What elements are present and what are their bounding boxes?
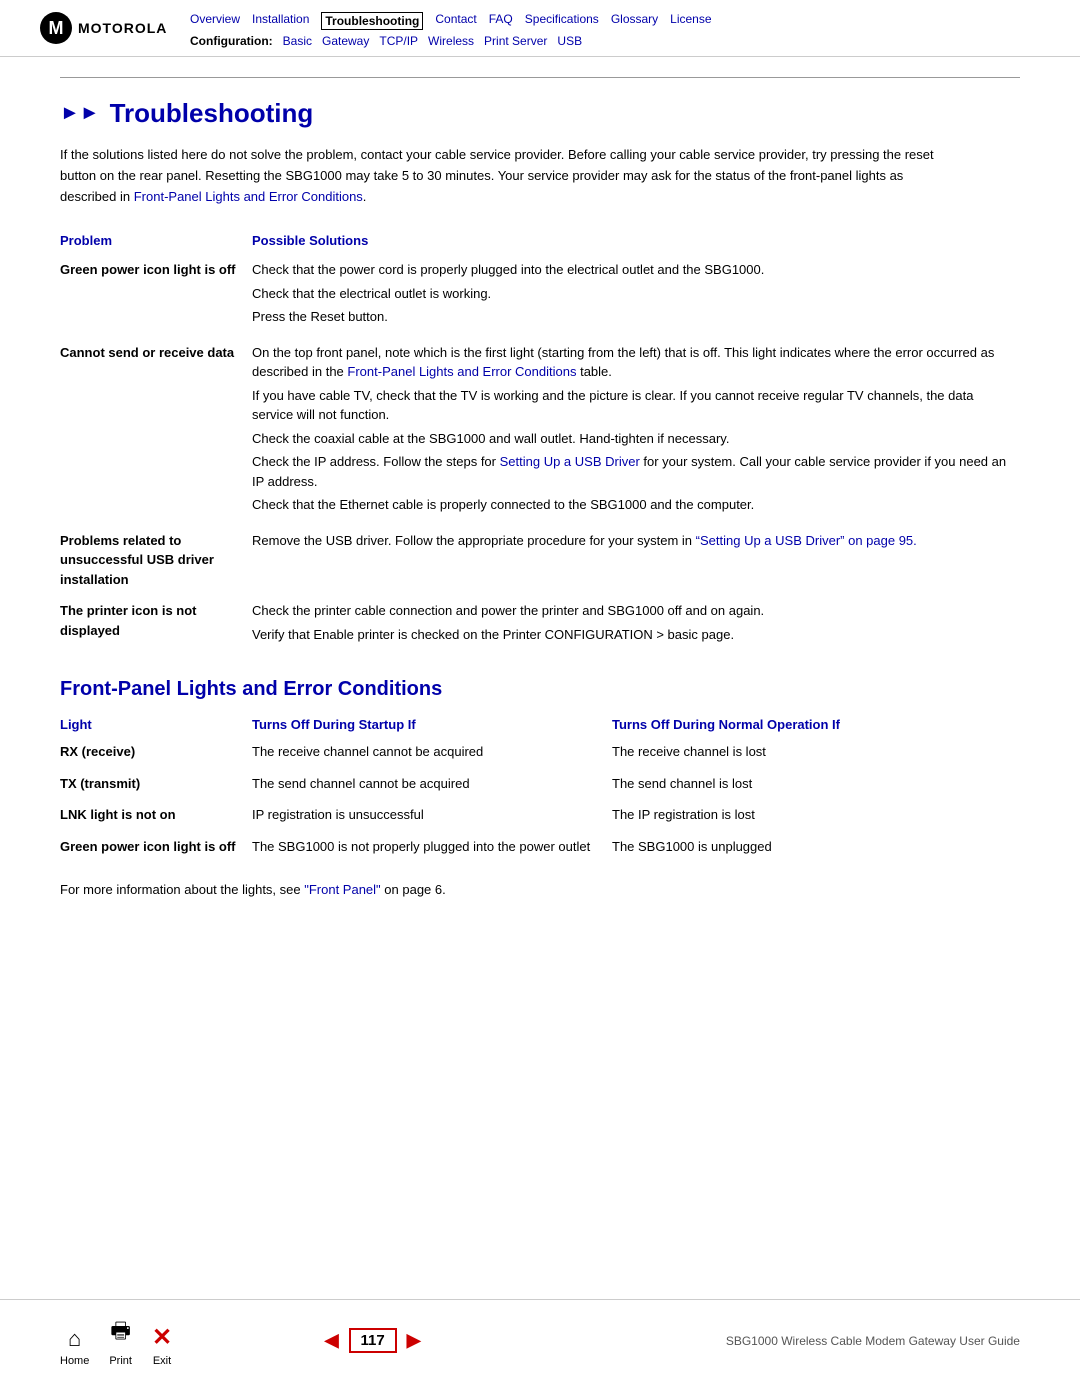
- main-content: ►► Troubleshooting If the solutions list…: [0, 57, 1080, 977]
- solution-para: Check the IP address. Follow the steps f…: [252, 452, 1010, 491]
- guide-title: SBG1000 Wireless Cable Modem Gateway Use…: [726, 1334, 1020, 1348]
- intro-link[interactable]: Front-Panel Lights and Error Conditions: [134, 189, 363, 204]
- nav-specifications[interactable]: Specifications: [525, 12, 599, 30]
- print-icon: 🖶: [110, 1314, 131, 1352]
- nav-overview[interactable]: Overview: [190, 12, 240, 30]
- light-cell: TX (transmit): [60, 768, 252, 800]
- normal-cell: The receive channel is lost: [612, 736, 1020, 768]
- front-panel-link[interactable]: "Front Panel": [304, 882, 380, 897]
- normal-cell: The IP registration is lost: [612, 799, 1020, 831]
- nav-usb[interactable]: USB: [557, 34, 582, 48]
- startup-col-header: Turns Off During Startup If: [252, 713, 612, 736]
- print-label: Print: [109, 1355, 132, 1367]
- prev-page-button[interactable]: ◀: [325, 1330, 339, 1351]
- startup-cell: The send channel cannot be acquired: [252, 768, 612, 800]
- nav-installation[interactable]: Installation: [252, 12, 309, 30]
- nav-troubleshooting[interactable]: Troubleshooting: [321, 12, 423, 30]
- nav-wireless[interactable]: Wireless: [428, 34, 474, 48]
- exit-icon: ✕: [152, 1323, 172, 1352]
- problem-cell: Problems related to unsuccessful USB dri…: [60, 525, 252, 596]
- solution-cell: Check the printer cable connection and p…: [252, 595, 1020, 654]
- problem-cell: Cannot send or receive data: [60, 337, 252, 525]
- nav-bottom: Configuration: Basic Gateway TCP/IP Wire…: [190, 34, 1040, 48]
- page-title-area: ►► Troubleshooting: [60, 98, 1020, 129]
- problem-table: Problem Possible Solutions Green power i…: [60, 227, 1020, 654]
- startup-cell: IP registration is unsuccessful: [252, 799, 612, 831]
- light-cell: RX (receive): [60, 736, 252, 768]
- light-cell: LNK light is not on: [60, 799, 252, 831]
- solution-para: Check that the electrical outlet is work…: [252, 284, 1010, 304]
- nav-top: Overview Installation Troubleshooting Co…: [190, 12, 1040, 30]
- nav-tcpip[interactable]: TCP/IP: [379, 34, 418, 48]
- front-panel-error-link[interactable]: Front-Panel Lights and Error Conditions: [347, 364, 576, 379]
- home-button[interactable]: ⌂ Home: [60, 1326, 89, 1367]
- print-button[interactable]: 🖶 Print: [109, 1314, 132, 1367]
- home-icon: ⌂: [68, 1326, 81, 1352]
- bottom-nav: ⌂ Home 🖶 Print ✕ Exit ◀ 117 ▶ SBG1000 Wi…: [0, 1299, 1080, 1367]
- startup-cell: The SBG1000 is not properly plugged into…: [252, 831, 612, 863]
- nav-gateway[interactable]: Gateway: [322, 34, 369, 48]
- problem-label: Problems related to unsuccessful USB dri…: [60, 533, 214, 587]
- page-number: 117: [349, 1328, 397, 1353]
- header: M MOTOROLA Overview Installation Trouble…: [0, 0, 1080, 57]
- nav-license[interactable]: License: [670, 12, 711, 30]
- problem-col-header: Problem: [60, 227, 252, 254]
- normal-col-header: Turns Off During Normal Operation If: [612, 713, 1020, 736]
- solution-para: Remove the USB driver. Follow the approp…: [252, 531, 1010, 551]
- exit-button[interactable]: ✕ Exit: [152, 1323, 172, 1367]
- normal-cell: The send channel is lost: [612, 768, 1020, 800]
- logo-area: M MOTOROLA: [40, 12, 170, 44]
- nav-area: Overview Installation Troubleshooting Co…: [190, 12, 1040, 48]
- intro-end: .: [363, 189, 367, 204]
- problem-label: The printer icon is not displayed: [60, 603, 197, 638]
- bottom-icons: ⌂ Home 🖶 Print ✕ Exit: [60, 1314, 172, 1367]
- solution-para: Check the printer cable connection and p…: [252, 601, 1010, 621]
- solution-para: If you have cable TV, check that the TV …: [252, 386, 1010, 425]
- header-divider: [60, 77, 1020, 78]
- light-table: Light Turns Off During Startup If Turns …: [60, 713, 1020, 862]
- solution-cell: Remove the USB driver. Follow the approp…: [252, 525, 1020, 596]
- solution-para: Press the Reset button.: [252, 307, 1010, 327]
- solution-col-header: Possible Solutions: [252, 227, 1020, 254]
- usb-driver-link[interactable]: Setting Up a USB Driver: [500, 454, 640, 469]
- motorola-logo-icon: M: [40, 12, 72, 44]
- light-col-header: Light: [60, 713, 252, 736]
- next-page-button[interactable]: ▶: [407, 1330, 421, 1351]
- solution-para: Verify that Enable printer is checked on…: [252, 625, 1010, 645]
- solution-cell: On the top front panel, note which is th…: [252, 337, 1020, 525]
- page-nav: ◀ 117 ▶: [325, 1328, 421, 1353]
- solution-para: On the top front panel, note which is th…: [252, 343, 1010, 382]
- problem-label: Cannot send or receive data: [60, 345, 234, 360]
- title-bullets-icon: ►►: [60, 102, 100, 125]
- solution-para: Check the coaxial cable at the SBG1000 a…: [252, 429, 1010, 449]
- nav-basic[interactable]: Basic: [283, 34, 312, 48]
- nav-print-server[interactable]: Print Server: [484, 34, 547, 48]
- solution-cell: Check that the power cord is properly pl…: [252, 254, 1020, 337]
- nav-contact[interactable]: Contact: [435, 12, 476, 30]
- footer-note: For more information about the lights, s…: [60, 882, 1020, 897]
- nav-glossary[interactable]: Glossary: [611, 12, 658, 30]
- logo-text: MOTOROLA: [78, 20, 167, 36]
- front-panel-heading: Front-Panel Lights and Error Conditions: [60, 678, 1020, 701]
- nav-config-label: Configuration:: [190, 34, 273, 48]
- page-title: Troubleshooting: [110, 98, 314, 129]
- nav-faq[interactable]: FAQ: [489, 12, 513, 30]
- problem-label: Green power icon light is off: [60, 262, 236, 277]
- usb-driver-link2[interactable]: “Setting Up a USB Driver” on page 95.: [696, 533, 917, 548]
- startup-cell: The receive channel cannot be acquired: [252, 736, 612, 768]
- home-label: Home: [60, 1355, 89, 1367]
- exit-label: Exit: [153, 1355, 171, 1367]
- normal-cell: The SBG1000 is unplugged: [612, 831, 1020, 863]
- solution-para: Check that the Ethernet cable is properl…: [252, 495, 1010, 515]
- light-cell: Green power icon light is off: [60, 831, 252, 863]
- problem-cell: The printer icon is not displayed: [60, 595, 252, 654]
- problem-cell: Green power icon light is off: [60, 254, 252, 337]
- solution-para: Check that the power cord is properly pl…: [252, 260, 1010, 280]
- intro-paragraph: If the solutions listed here do not solv…: [60, 145, 960, 207]
